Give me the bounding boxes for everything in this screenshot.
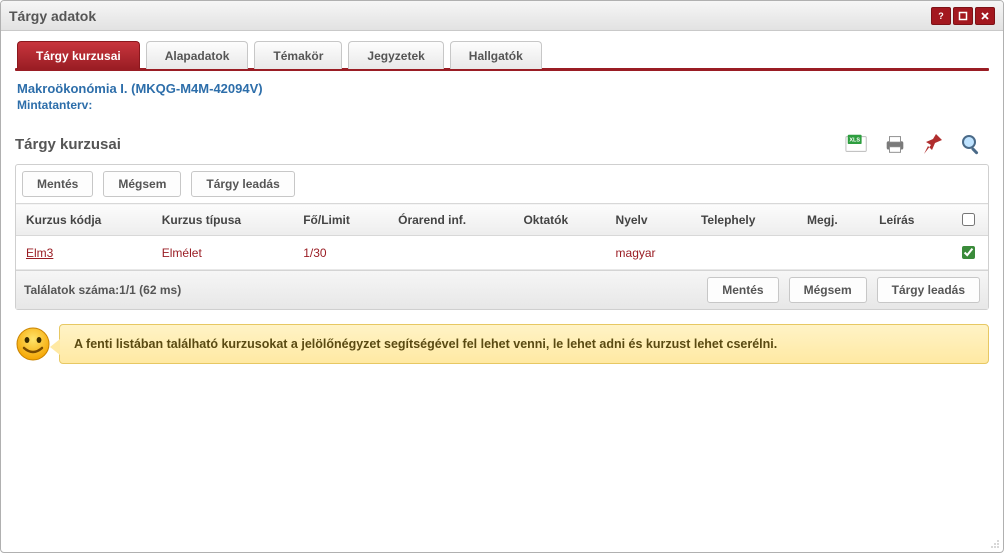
cell-note (797, 236, 869, 270)
cancel-button-bottom[interactable]: Mégsem (789, 277, 867, 303)
col-type[interactable]: Kurzus típusa (152, 204, 293, 236)
grid-panel: Mentés Mégsem Tárgy leadás Kurzus kódja … (15, 164, 989, 310)
window-buttons: ? (931, 7, 995, 25)
result-count: Találatok száma:1/1 (62 ms) (24, 283, 707, 297)
section-header: Tárgy kurzusai XLS (15, 132, 989, 156)
tip-callout: A fenti listában található kurzusokat a … (59, 324, 989, 364)
drop-button-top[interactable]: Tárgy leadás (191, 171, 294, 197)
cell-timetable (388, 236, 513, 270)
smiley-icon (15, 326, 51, 362)
dialog-body: Tárgy kurzusai Alapadatok Témakör Jegyze… (1, 31, 1003, 552)
col-language[interactable]: Nyelv (606, 204, 691, 236)
cell-code: Elm3 (16, 236, 152, 270)
tabstrip: Tárgy kurzusai Alapadatok Témakör Jegyze… (15, 41, 989, 69)
col-teachers[interactable]: Oktatók (513, 204, 605, 236)
courses-table: Kurzus kódja Kurzus típusa Fő/Limit Órar… (16, 203, 988, 270)
tip-text: A fenti listában található kurzusokat a … (74, 337, 777, 351)
xls-icon[interactable]: XLS (845, 132, 869, 156)
cell-type: Elmélet (152, 236, 293, 270)
tab-basedata[interactable]: Alapadatok (146, 41, 249, 69)
col-limit[interactable]: Fő/Limit (293, 204, 388, 236)
tab-students[interactable]: Hallgatók (450, 41, 542, 69)
table-header-row: Kurzus kódja Kurzus típusa Fő/Limit Órar… (16, 204, 988, 236)
close-button[interactable] (975, 7, 995, 25)
curriculum-label: Mintatanterv: (17, 98, 987, 112)
cell-limit: 1/30 (293, 236, 388, 270)
cell-language: magyar (606, 236, 691, 270)
tab-topic[interactable]: Témakör (254, 41, 342, 69)
tab-courses[interactable]: Tárgy kurzusai (17, 41, 140, 69)
save-button-top[interactable]: Mentés (22, 171, 93, 197)
drop-button-bottom[interactable]: Tárgy leadás (877, 277, 980, 303)
course-code-link[interactable]: Elm3 (26, 246, 53, 260)
search-icon[interactable] (959, 132, 983, 156)
cell-select (948, 236, 988, 270)
pin-icon[interactable] (921, 132, 945, 156)
grid-footer: Találatok száma:1/1 (62 ms) Mentés Mégse… (16, 270, 988, 309)
select-all-checkbox[interactable] (962, 213, 975, 226)
subject-link[interactable]: Makroökonómia I. (MKQG-M4M-42094V) (17, 81, 263, 96)
cell-desc (869, 236, 948, 270)
dialog-window: Tárgy adatok ? Tárgy kurzusai Alapadatok… (0, 0, 1004, 553)
col-site[interactable]: Telephely (691, 204, 797, 236)
cell-teachers (513, 236, 605, 270)
subject-block: Makroökonómia I. (MKQG-M4M-42094V) Minta… (17, 81, 987, 112)
print-icon[interactable] (883, 132, 907, 156)
save-button-bottom[interactable]: Mentés (707, 277, 778, 303)
cell-site (691, 236, 797, 270)
maximize-button[interactable] (953, 7, 973, 25)
col-select (948, 204, 988, 236)
bottom-button-row: Mentés Mégsem Tárgy leadás (707, 277, 980, 303)
tip-wrapper: A fenti listában található kurzusokat a … (15, 324, 989, 364)
table-row: Elm3 Elmélet 1/30 magyar (16, 236, 988, 270)
titlebar: Tárgy adatok ? (1, 1, 1003, 31)
col-timetable[interactable]: Órarend inf. (388, 204, 513, 236)
window-title: Tárgy adatok (9, 8, 931, 24)
row-select-checkbox[interactable] (962, 246, 975, 259)
col-note[interactable]: Megj. (797, 204, 869, 236)
col-code[interactable]: Kurzus kódja (16, 204, 152, 236)
tab-notes[interactable]: Jegyzetek (348, 41, 443, 69)
resize-handle[interactable] (988, 537, 1000, 549)
svg-text:XLS: XLS (849, 138, 860, 144)
toolbar-icons: XLS (845, 132, 989, 156)
top-button-row: Mentés Mégsem Tárgy leadás (16, 165, 988, 203)
col-desc[interactable]: Leírás (869, 204, 948, 236)
section-title: Tárgy kurzusai (15, 136, 845, 153)
svg-text:?: ? (938, 11, 944, 21)
cancel-button-top[interactable]: Mégsem (103, 171, 181, 197)
help-button[interactable]: ? (931, 7, 951, 25)
